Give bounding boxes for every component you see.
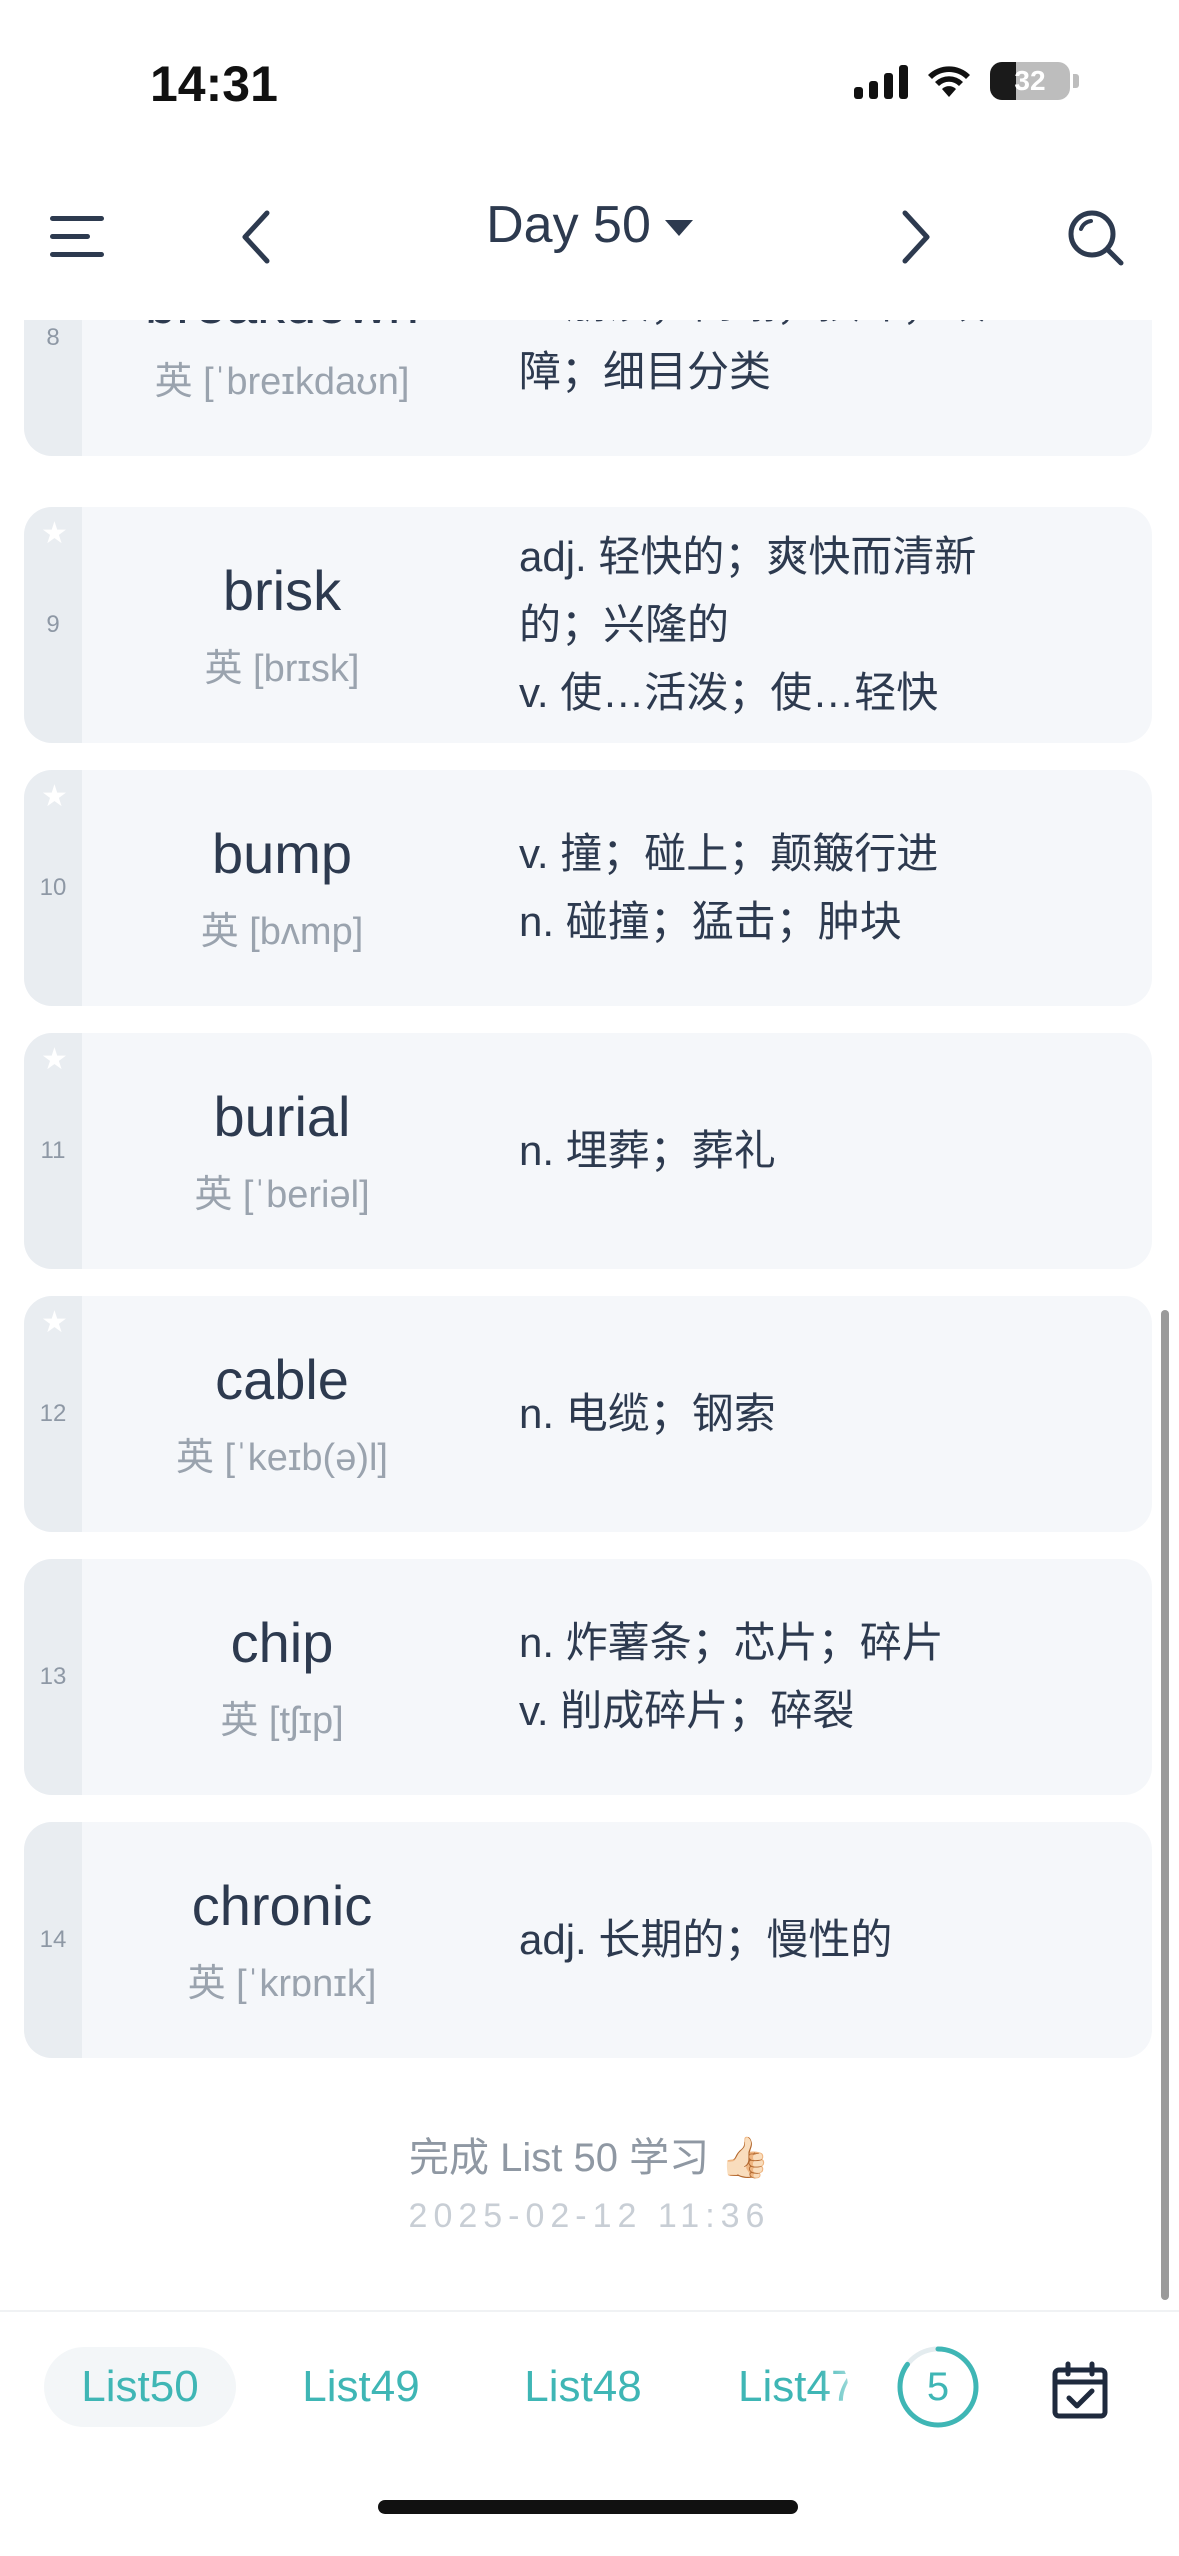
completion-timestamp: 2025-02-12 11:36: [408, 2197, 771, 2235]
word-list[interactable]: 8 breakdown 英 [ˈbreɪkdaʊn] n. 崩溃；倒塌；损坏；故…: [0, 320, 1179, 2310]
definition-line: adj. 长期的；慢性的: [519, 1916, 893, 1963]
search-icon: [1068, 210, 1124, 266]
card-gutter: ★ 11: [24, 1033, 82, 1269]
definition-line: v. 削成碎片；碎裂: [519, 1687, 855, 1734]
word-card[interactable]: ★ 12 cable 英 [ˈkeɪb(ə)l] n. 电缆；钢索: [24, 1296, 1152, 1532]
word-text: cable: [215, 1348, 349, 1411]
home-indicator: [378, 2500, 798, 2514]
word-text: burial: [213, 1085, 351, 1148]
progress-count[interactable]: 5: [895, 2344, 981, 2430]
word-card[interactable]: 8 breakdown 英 [ˈbreɪkdaʊn] n. 崩溃；倒塌；损坏；故…: [24, 320, 1152, 456]
word-index: 14: [39, 1926, 67, 1953]
word-text: chronic: [191, 1874, 373, 1937]
tab-fade: [820, 2352, 880, 2432]
word-text: brisk: [222, 559, 342, 622]
definition-line: adj. 轻快的；爽快而清新: [519, 533, 977, 580]
definition-line: v. 使…活泼；使…轻快: [519, 669, 939, 716]
definition-line: n. 埋葬；葬礼: [519, 1127, 776, 1174]
definition-line: 障；细目分类: [519, 348, 772, 395]
phonetic-text: 英 [ˈkeɪb(ə)l]: [175, 1437, 388, 1479]
word-card[interactable]: ★ 11 burial 英 [ˈberiəl] n. 埋葬；葬礼: [24, 1033, 1152, 1269]
word-text: bump: [211, 822, 353, 885]
word-index: 11: [40, 1137, 66, 1164]
chevron-right-icon: [902, 210, 930, 264]
word-card[interactable]: ★ 9 brisk 英 [brɪsk] adj. 轻快的；爽快而清新 的；兴隆的…: [24, 507, 1152, 743]
phonetic-text: 英 [ˈbreɪkdaʊn]: [154, 361, 410, 403]
card-gutter: ★ 12: [24, 1296, 82, 1532]
wifi-icon: [928, 66, 970, 97]
tab-list48[interactable]: List48: [488, 2347, 678, 2427]
word-index: 9: [46, 611, 60, 638]
day-selector[interactable]: Day 50: [0, 195, 1179, 255]
word-index: 10: [39, 874, 67, 901]
card-gutter: ★ 10: [24, 770, 82, 1006]
status-bar: 14:31 32: [0, 0, 1179, 170]
calendar-check-icon: [1052, 2361, 1108, 2419]
word-index: 8: [46, 324, 60, 351]
tab-list49[interactable]: List49: [266, 2347, 456, 2427]
definition-line: n. 崩溃；倒塌；损坏；故: [519, 320, 1099, 338]
phonetic-text: 英 [tʃɪp]: [220, 1700, 344, 1742]
definition-line: n. 炸薯条；芯片；碎片: [519, 1619, 944, 1666]
word-index: 13: [39, 1663, 67, 1690]
bottom-tab-bar: List50 List49 List48 List47 5: [0, 2310, 1179, 2556]
word-card[interactable]: ★ 10 bump 英 [bʌmp] v. 撞；碰上；颠簸行进 n. 碰撞；猛击…: [24, 770, 1152, 1006]
definition-line: v. 撞；碰上；颠簸行进: [519, 830, 939, 877]
nav-bar: Day 50: [0, 170, 1179, 320]
word-text: chip: [230, 1611, 334, 1674]
word-card[interactable]: 14 chronic 英 [ˈkrɒnɪk] adj. 长期的；慢性的: [24, 1822, 1152, 2058]
caret-down-icon: [664, 220, 693, 236]
calendar-button[interactable]: [1040, 2350, 1120, 2430]
word-text: breakdown: [145, 320, 419, 336]
card-gutter: 8: [24, 320, 82, 456]
card-gutter: 14: [24, 1822, 82, 2058]
search-button[interactable]: [1050, 192, 1140, 282]
definition-line: 的；兴隆的: [519, 601, 730, 648]
completion-text: 完成 List 50 学习 👍🏻: [409, 2136, 770, 2180]
phonetic-text: 英 [brɪsk]: [204, 648, 360, 690]
word-index: 12: [39, 1400, 67, 1427]
phonetic-text: 英 [bʌmp]: [200, 911, 364, 953]
definition-line: n. 碰撞；猛击；肿块: [519, 898, 902, 945]
card-gutter: ★ 9: [24, 507, 82, 743]
status-time: 14:31: [150, 56, 278, 112]
battery-level: 32: [1014, 65, 1046, 96]
status-icons: 32: [854, 62, 1079, 100]
word-card[interactable]: 13 chip 英 [tʃɪp] n. 炸薯条；芯片；碎片 v. 削成碎片；碎裂: [24, 1559, 1152, 1795]
phonetic-text: 英 [ˈkrɒnɪk]: [187, 1963, 377, 2005]
completion-banner: 完成 List 50 学习 👍🏻 2025-02-12 11:36: [0, 2125, 1179, 2236]
tab-list50[interactable]: List50: [44, 2347, 236, 2427]
scrollbar[interactable]: [1161, 1310, 1169, 2300]
cellular-signal-icon: [854, 63, 908, 99]
battery-icon: 32: [990, 62, 1079, 100]
definition-line: n. 电缆；钢索: [519, 1390, 776, 1437]
page-title: Day 50: [486, 196, 651, 254]
card-gutter: 13: [24, 1559, 82, 1795]
phonetic-text: 英 [ˈberiəl]: [194, 1174, 370, 1216]
next-day-button[interactable]: [870, 192, 960, 282]
